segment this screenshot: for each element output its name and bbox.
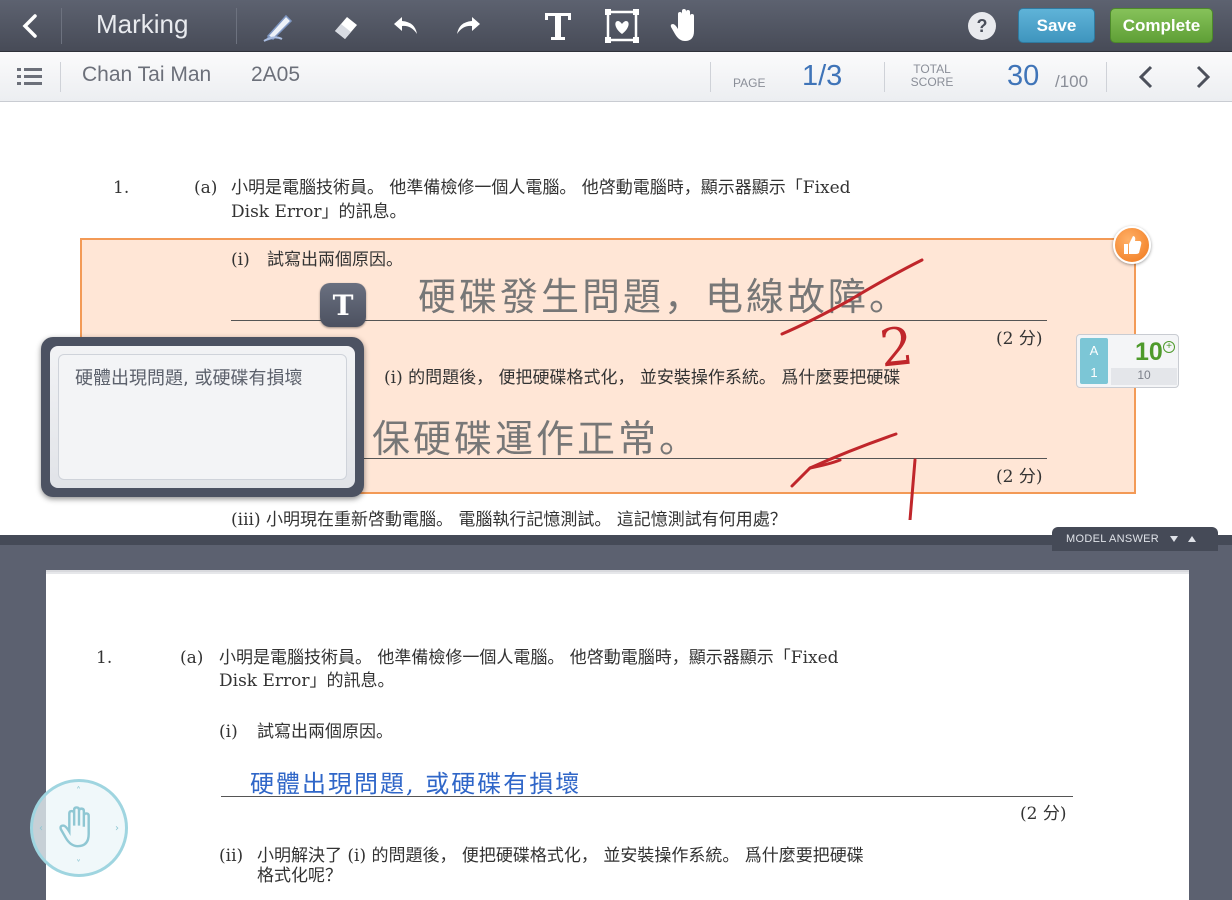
question-number: 1. — [113, 178, 130, 198]
page-indicator: 1/3 — [802, 60, 843, 92]
comment-text-field[interactable]: 硬體出現問題, 或硬碟有損壞 — [58, 354, 347, 480]
answer-tag: A 1 — [1080, 338, 1108, 384]
toolbar-divider — [236, 8, 237, 44]
sub-question-number: (i) — [231, 250, 250, 270]
top-toolbar: Marking ? Save Complete — [0, 0, 1232, 52]
pen-icon — [263, 14, 293, 42]
sub-question-text: (iii) 小明現在重新啓動電腦。 電腦執行記憶測試。 這記憶測試有何用處？ — [231, 510, 787, 530]
chevron-left-icon — [1138, 65, 1153, 89]
question-part-label: (a) — [194, 178, 218, 198]
page-label: PAGE — [733, 76, 766, 90]
score-value: 10 — [1135, 338, 1163, 366]
answer-tag-number: 1 — [1090, 365, 1098, 380]
complete-button[interactable]: Complete — [1110, 8, 1213, 43]
redo-icon — [457, 17, 480, 34]
collapse-expand-icon — [1170, 536, 1197, 542]
save-button[interactable]: Save — [1018, 8, 1095, 43]
pan-up-arrow: ˄ — [76, 786, 81, 797]
question-stem: Disk Error」的訊息。 — [231, 202, 407, 222]
text-tool-icon — [545, 13, 571, 40]
answer-line — [221, 796, 1073, 797]
stamp-tool-button[interactable] — [600, 4, 644, 48]
comment-frame: 硬體出現問題, 或硬碟有損壞 — [50, 346, 355, 488]
answer-tag-letter: A — [1089, 343, 1099, 358]
sub-question-number: (i) — [219, 722, 238, 742]
split-divider[interactable] — [0, 535, 1232, 545]
thumbs-up-icon — [1124, 236, 1142, 254]
score-max: 10 — [1111, 368, 1177, 385]
help-button[interactable]: ? — [968, 12, 996, 40]
redo-button[interactable] — [448, 6, 488, 46]
total-score-value: 30 — [1007, 60, 1040, 92]
header-divider — [1106, 62, 1107, 92]
stamp-frame-icon — [605, 9, 639, 43]
menu-list-button[interactable] — [16, 65, 44, 89]
text-tool-button[interactable] — [536, 4, 580, 48]
undo-icon — [394, 17, 417, 34]
hand-icon — [670, 9, 694, 41]
eraser-icon — [335, 17, 357, 39]
pan-control[interactable]: ˄ ˅ ‹ › — [30, 779, 128, 877]
student-header: Chan Tai Man 2A05 PAGE 1/3 TOTAL SCORE 3… — [0, 52, 1232, 102]
eraser-tool-button[interactable] — [326, 6, 366, 46]
chevron-right-icon — [1196, 65, 1211, 89]
next-page-button[interactable] — [1188, 63, 1216, 91]
toolbar-divider — [61, 8, 62, 44]
pan-right-arrow: › — [115, 823, 119, 834]
hand-tool-button[interactable] — [664, 4, 708, 48]
prev-page-button[interactable] — [1133, 63, 1161, 91]
header-divider — [710, 62, 711, 92]
student-class: 2A05 — [251, 63, 301, 86]
red-marking-strokes — [780, 258, 924, 520]
marks-label: (2 分) — [996, 329, 1043, 349]
undo-button[interactable] — [386, 6, 426, 46]
model-answer-text: 硬體出現問題, 或硬碟有損壞 — [250, 770, 582, 798]
good-answer-badge[interactable] — [1113, 226, 1151, 264]
total-label-line2: SCORE — [910, 75, 954, 89]
model-answer-label: MODEL ANSWER — [1066, 533, 1160, 545]
marks-label: (2 分) — [996, 467, 1043, 487]
model-answer-paper: 1. (a) 小明是電腦技術員。 他準備檢修一個人電腦。 他啓動電腦時，顯示器顯… — [46, 574, 1189, 900]
student-name: Chan Tai Man — [82, 63, 212, 86]
chevron-left-icon — [22, 14, 37, 38]
pan-left-arrow: ‹ — [39, 823, 43, 834]
question-number: 1. — [96, 648, 113, 668]
student-answer-handwriting: 保硬碟運作正常。 — [372, 417, 701, 461]
total-score-label: TOTAL SCORE — [908, 63, 956, 89]
text-annotation-marker[interactable]: T — [320, 283, 366, 327]
sub-question-text: 小明解決了 (i) 的問題後， 便把硬碟格式化， 並安裝操作系統。 爲什麼要把硬… — [257, 846, 864, 866]
model-answer-tab[interactable]: MODEL ANSWER — [1052, 527, 1218, 551]
header-divider — [884, 62, 885, 92]
sub-question-number: (ii) — [219, 846, 244, 866]
increment-score-button[interactable]: + — [1163, 341, 1175, 353]
question-stem: Disk Error」的訊息。 — [219, 671, 395, 691]
hand-icon — [59, 806, 90, 848]
list-icon — [17, 68, 42, 85]
total-score-max: /100 — [1055, 72, 1089, 91]
page-title: Marking — [96, 9, 189, 39]
sub-question-text: 格式化呢？ — [257, 866, 342, 886]
pan-down-arrow: ˅ — [76, 859, 81, 870]
back-button[interactable] — [10, 6, 50, 46]
header-divider — [60, 62, 61, 92]
question-part-label: (a) — [180, 648, 204, 668]
sub-question-text: 試寫出兩個原因。 — [267, 250, 403, 270]
pen-tool-button[interactable] — [256, 6, 300, 46]
question-stem: 小明是電腦技術員。 他準備檢修一個人電腦。 他啓動電腦時，顯示器顯示「Fixed — [219, 648, 839, 668]
sub-question-text: 試寫出兩個原因。 — [257, 722, 393, 742]
mark-score-2: 2 — [876, 316, 917, 380]
question-stem: 小明是電腦技術員。 他準備檢修一個人電腦。 他啓動電腦時，顯示器顯示「Fixed — [231, 178, 851, 198]
comment-popup: 硬體出現問題, 或硬碟有損壞 — [41, 337, 364, 497]
marks-label: (2 分) — [1020, 804, 1067, 824]
question-score-widget[interactable]: A 1 10 + 10 — [1076, 334, 1179, 388]
